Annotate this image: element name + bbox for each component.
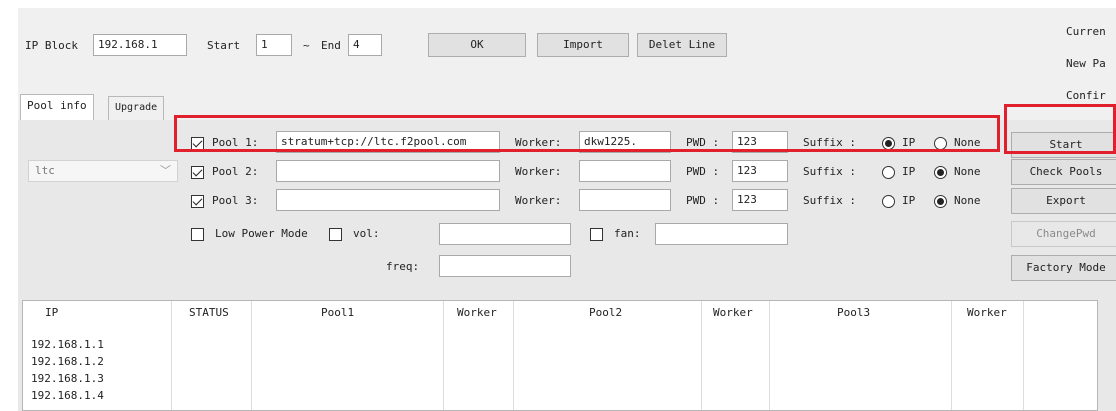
pool-3-suffix-none-radio[interactable]	[934, 195, 947, 208]
column-header-worker1[interactable]: Worker	[457, 301, 497, 329]
pool-2-worker-label: Worker:	[515, 165, 562, 178]
pool-2-pwd-label: PWD :	[686, 165, 720, 178]
pool-1-pwd-input[interactable]: 123	[732, 131, 788, 153]
coin-select-value: ltc	[35, 164, 55, 177]
ip-block-label: IP Block	[25, 39, 78, 52]
current-password-label: Curren	[1066, 25, 1106, 38]
pool-1-suffix-none-radio[interactable]	[934, 137, 947, 150]
pool-1-worker-label: Worker:	[515, 136, 562, 149]
pool-2-url-input[interactable]	[276, 160, 500, 182]
pool-3-url-input[interactable]	[276, 189, 500, 211]
column-header-pool1[interactable]: Pool1	[321, 301, 354, 329]
pool-1-suffix-ip-radio[interactable]	[882, 137, 895, 150]
pool-3-suffix-ip-radio[interactable]	[882, 195, 895, 208]
table-row[interactable]: 192.168.1.2	[23, 354, 1097, 371]
column-header-pool3[interactable]: Pool3	[837, 301, 870, 329]
freq-label: freq:	[386, 260, 420, 273]
table-row[interactable]: 192.168.1.4	[23, 388, 1097, 405]
column-header-ip[interactable]: IP	[45, 301, 58, 329]
pool-3-worker-input[interactable]	[579, 189, 671, 211]
export-button[interactable]: Export	[1011, 188, 1116, 214]
chevron-down-icon: ﹀	[160, 164, 171, 177]
pool-2-worker-input[interactable]	[579, 160, 671, 182]
ip-cell: 192.168.1.2	[31, 355, 104, 368]
new-password-label: New Pa	[1066, 57, 1106, 70]
pool-2-label: Pool 2:	[212, 165, 259, 178]
pool-1-worker-input[interactable]: dkw1225.	[579, 131, 671, 153]
pool-2-suffix-none-label: None	[954, 165, 981, 178]
vol-input[interactable]	[439, 223, 571, 245]
pool-3-suffix-ip-label: IP	[902, 194, 916, 207]
pool-1-url-input[interactable]: stratum+tcp://ltc.f2pool.com	[276, 131, 500, 153]
column-header-worker3[interactable]: Worker	[967, 301, 1007, 329]
vol-checkbox[interactable]	[329, 228, 342, 241]
pool-3-suffix-label: Suffix :	[803, 194, 856, 207]
column-header-pool2[interactable]: Pool2	[589, 301, 622, 329]
pool-1-pwd-label: PWD :	[686, 136, 720, 149]
device-table: IP STATUS Pool1 Worker Pool2 Worker Pool…	[22, 300, 1098, 411]
fan-checkbox[interactable]	[590, 228, 603, 241]
tab-pool-info[interactable]: Pool info	[20, 94, 94, 120]
low-power-mode-label: Low Power Mode	[215, 227, 308, 240]
ok-button[interactable]: OK	[428, 33, 526, 57]
check-pools-button[interactable]: Check Pools	[1011, 159, 1116, 185]
pool-2-pwd-input[interactable]: 123	[732, 160, 788, 182]
pool-2-suffix-ip-label: IP	[902, 165, 916, 178]
ip-cell: 192.168.1.1	[31, 338, 104, 351]
confirm-password-label: Confir	[1066, 89, 1106, 102]
fan-input[interactable]	[655, 223, 788, 245]
pool-3-pwd-input[interactable]: 123	[732, 189, 788, 211]
pool-1-checkbox[interactable]	[191, 137, 204, 150]
pool-1-suffix-none-label: None	[954, 136, 981, 149]
freq-input[interactable]	[439, 255, 571, 277]
start-button[interactable]: Start	[1011, 132, 1116, 158]
pool-3-pwd-label: PWD :	[686, 194, 720, 207]
coin-select[interactable]: ltc ﹀	[28, 160, 178, 182]
fan-label: fan:	[614, 227, 641, 240]
import-button[interactable]: Import	[537, 33, 629, 57]
ip-cell: 192.168.1.4	[31, 389, 104, 402]
ip-cell: 192.168.1.3	[31, 372, 104, 385]
pool-2-suffix-none-radio[interactable]	[934, 166, 947, 179]
pool-3-checkbox[interactable]	[191, 195, 204, 208]
delete-line-button[interactable]: Delet Line	[637, 33, 727, 57]
pool-2-checkbox[interactable]	[191, 166, 204, 179]
pool-1-label: Pool 1:	[212, 136, 259, 149]
low-power-mode-checkbox[interactable]	[191, 228, 204, 241]
tab-upgrade[interactable]: Upgrade	[108, 96, 165, 120]
vol-label: vol:	[353, 227, 380, 240]
pool-3-worker-label: Worker:	[515, 194, 562, 207]
table-row[interactable]: 192.168.1.1	[23, 337, 1097, 354]
column-header-status[interactable]: STATUS	[189, 301, 229, 329]
ip-block-input[interactable]: 192.168.1	[93, 34, 187, 56]
factory-mode-button[interactable]: Factory Mode	[1011, 255, 1116, 281]
range-tilde: ~	[303, 39, 310, 52]
pool-3-label: Pool 3:	[212, 194, 259, 207]
table-row[interactable]: 192.168.1.3	[23, 371, 1097, 388]
end-label: End	[321, 39, 341, 52]
pool-1-suffix-label: Suffix :	[803, 136, 856, 149]
start-label: Start	[207, 39, 241, 52]
end-input[interactable]: 4	[348, 34, 382, 56]
pool-1-suffix-ip-label: IP	[902, 136, 916, 149]
change-pwd-button[interactable]: ChangePwd	[1011, 221, 1116, 247]
start-input[interactable]: 1	[256, 34, 292, 56]
pool-3-suffix-none-label: None	[954, 194, 981, 207]
column-header-worker2[interactable]: Worker	[713, 301, 753, 329]
pool-2-suffix-label: Suffix :	[803, 165, 856, 178]
pool-2-suffix-ip-radio[interactable]	[882, 166, 895, 179]
